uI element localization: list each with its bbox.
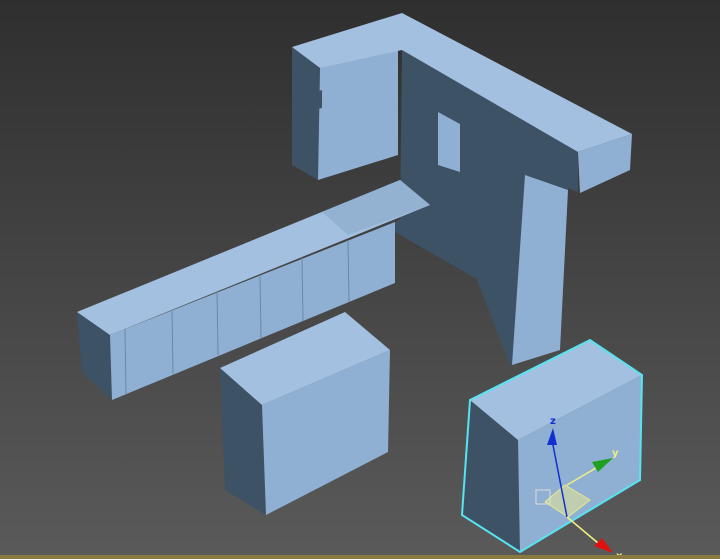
3d-viewport[interactable]: z y x [0, 0, 720, 559]
y-axis-label: y [612, 448, 619, 459]
selected-box[interactable] [460, 338, 644, 554]
x-axis[interactable] [566, 516, 599, 544]
viewport-bottom-border [0, 555, 720, 559]
wall-front-face [318, 48, 398, 180]
wall-left-side [292, 47, 320, 180]
z-axis-label: z [550, 416, 556, 427]
l-shaped-wall[interactable] [292, 13, 632, 365]
x-arrow-icon [594, 538, 613, 553]
